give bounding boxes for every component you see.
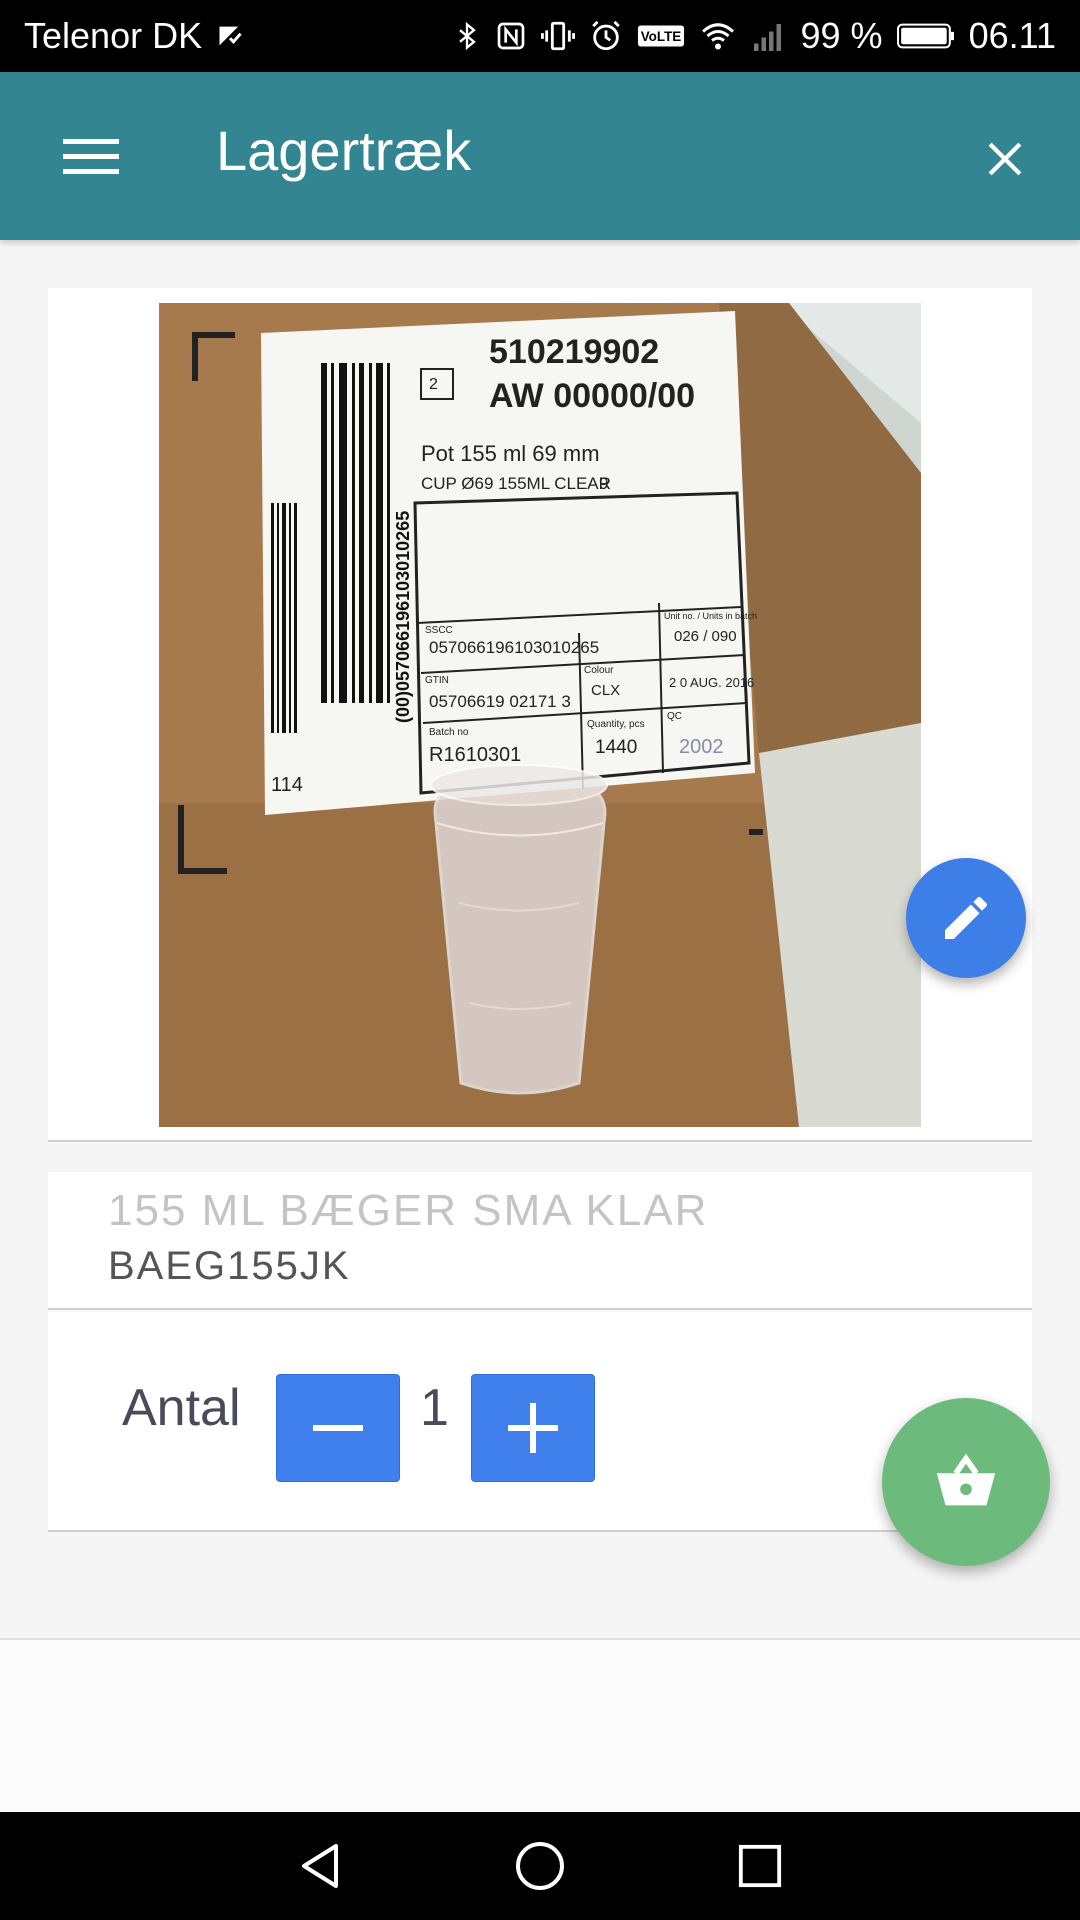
label-sscc: 057066196103010265 bbox=[429, 638, 599, 657]
product-photo-drawing: (00)057066196103010265 510219902 AW 0000… bbox=[159, 303, 921, 1127]
decrease-quantity-button[interactable] bbox=[276, 1374, 400, 1482]
qc-label: QC bbox=[667, 711, 682, 722]
close-button[interactable] bbox=[970, 124, 1040, 194]
svg-text:VoLTE: VoLTE bbox=[640, 29, 681, 44]
label-code: AW 00000/00 bbox=[489, 377, 695, 415]
minus-icon bbox=[313, 1425, 363, 1431]
bottom-area bbox=[0, 1638, 1080, 1812]
add-to-basket-button[interactable] bbox=[882, 1398, 1050, 1566]
stack-limit: 2 bbox=[429, 376, 438, 393]
barcode-text: (00)057066196103010265 bbox=[393, 511, 413, 723]
close-icon bbox=[988, 142, 1022, 176]
system-nav-bar bbox=[0, 1812, 1080, 1920]
label-unit: 026 / 090 bbox=[674, 628, 737, 645]
circle-home-icon bbox=[516, 1842, 564, 1890]
increase-quantity-button[interactable] bbox=[471, 1374, 595, 1482]
edit-button[interactable] bbox=[906, 858, 1026, 978]
unit-label: Unit no. / Units in batch bbox=[664, 611, 757, 621]
colour-label: Colour bbox=[584, 665, 614, 676]
hamburger-menu-icon bbox=[63, 139, 119, 174]
bluetooth-icon bbox=[453, 16, 481, 56]
quantity-value: 1 bbox=[420, 1379, 449, 1437]
label-colour: CLX bbox=[591, 682, 620, 699]
data-saver-icon bbox=[216, 16, 244, 56]
qty-label-small: Quantity, pcs bbox=[587, 719, 645, 730]
square-recents-icon bbox=[738, 1844, 782, 1888]
product-info: 155 ML BÆGER SMA KLAR BAEG155JK bbox=[48, 1172, 1032, 1310]
app-bar: Lagertræk bbox=[0, 72, 1080, 240]
label-gtin: 05706619 02171 3 bbox=[429, 692, 571, 711]
clock: 06.11 bbox=[968, 15, 1056, 56]
nav-recents-button[interactable] bbox=[720, 1826, 800, 1906]
battery-icon bbox=[896, 16, 955, 56]
status-bar: Telenor DK VoLTE 99 % 06.11 bbox=[0, 0, 1080, 72]
product-name: 155 ML BÆGER SMA KLAR bbox=[108, 1186, 709, 1235]
page-title: Lagertræk bbox=[216, 119, 472, 182]
batch-label: Batch no bbox=[429, 727, 469, 738]
wifi-icon bbox=[699, 16, 737, 56]
label-line2: CUP Ø69 155ML CLEAR bbox=[421, 474, 611, 493]
nav-home-button[interactable] bbox=[500, 1826, 580, 1906]
label-qc: 2002 bbox=[679, 736, 724, 758]
menu-button[interactable] bbox=[56, 122, 126, 192]
gtin-label: GTIN bbox=[425, 675, 449, 686]
basket-icon bbox=[936, 1453, 996, 1506]
plus-icon bbox=[508, 1403, 558, 1453]
battery-percent: 99 % bbox=[800, 15, 883, 56]
nfc-icon bbox=[495, 16, 527, 56]
pencil-icon bbox=[945, 896, 988, 939]
sscc-label: SSCC bbox=[425, 625, 453, 636]
label-date: 2 0 AUG. 2016 bbox=[669, 675, 754, 690]
nav-back-button[interactable] bbox=[280, 1826, 360, 1906]
quantity-label: Antal bbox=[122, 1379, 241, 1437]
vibrate-icon bbox=[540, 16, 575, 56]
product-photo: (00)057066196103010265 510219902 AW 0000… bbox=[159, 303, 921, 1127]
alarm-icon bbox=[589, 16, 623, 56]
carrier-name: Telenor DK bbox=[24, 15, 203, 56]
label-line1: Pot 155 ml 69 mm bbox=[421, 441, 600, 466]
signal-icon bbox=[751, 16, 787, 56]
label-quantity: 1440 bbox=[595, 737, 637, 758]
volte-badge: VoLTE bbox=[637, 16, 685, 56]
label-number: 510219902 bbox=[489, 333, 659, 371]
label-nine: 9 bbox=[599, 474, 608, 493]
product-image-card: (00)057066196103010265 510219902 AW 0000… bbox=[48, 288, 1032, 1142]
label-side-number: 114 bbox=[271, 774, 303, 796]
product-sku: BAEG155JK bbox=[108, 1244, 351, 1288]
triangle-back-icon bbox=[302, 1844, 338, 1888]
label-batch: R1610301 bbox=[429, 744, 521, 766]
